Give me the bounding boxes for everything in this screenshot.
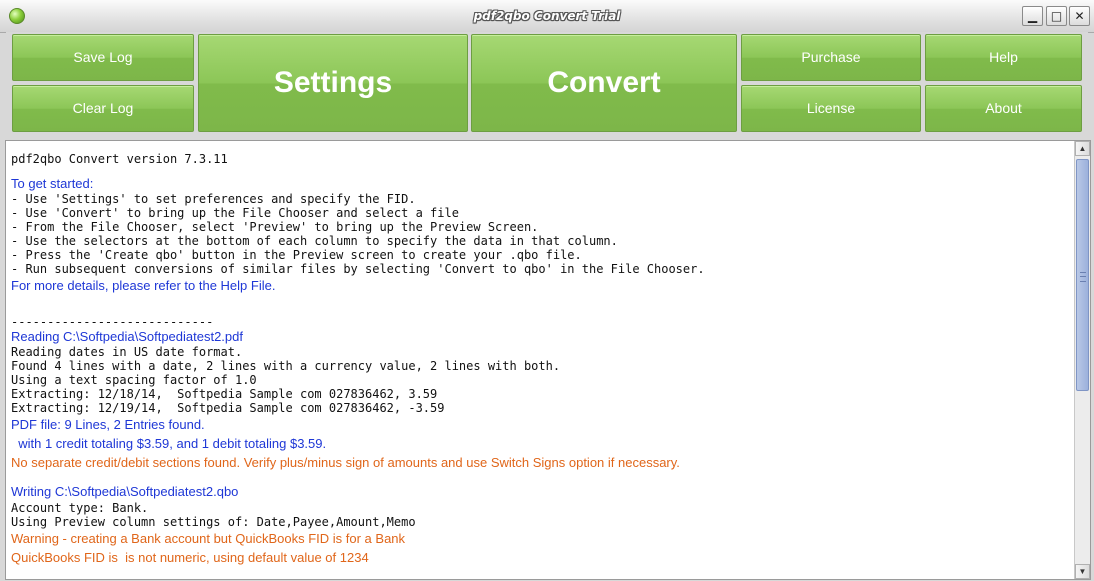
log-reading-line: Reading dates in US date format. (11, 345, 243, 359)
clear-log-button[interactable]: Clear Log (12, 85, 194, 132)
log-totals: with 1 credit totaling $3.59, and 1 debi… (11, 436, 327, 451)
log-reading-line: Using a text spacing factor of 1.0 (11, 373, 257, 387)
log-more-details: For more details, please refer to the He… (11, 278, 276, 293)
arrow-down-icon: ▼ (1078, 567, 1087, 576)
close-button[interactable]: ✕ (1069, 6, 1090, 26)
settings-button[interactable]: Settings (198, 34, 468, 132)
scroll-down-button[interactable]: ▼ (1075, 564, 1090, 579)
save-log-button[interactable]: Save Log (12, 34, 194, 81)
minimize-icon: ▁ (1027, 9, 1038, 23)
log-writing-file: Writing C:\Softpedia\Softpediatest2.qbo (11, 484, 239, 499)
log-version: pdf2qbo Convert version 7.3.11 (11, 152, 228, 166)
settings-label: Settings (273, 66, 393, 99)
log-warning: Warning - creating a Bank account but Qu… (11, 531, 406, 546)
close-icon: ✕ (1074, 9, 1085, 23)
help-button[interactable]: Help (925, 34, 1082, 81)
about-button[interactable]: About (925, 85, 1082, 132)
scrollbar-thumb[interactable] (1076, 159, 1089, 391)
log-separator: ---------------------------- (11, 315, 214, 329)
log-writing-line: Using Preview column settings of: Date,P… (11, 515, 416, 529)
log-reading-line: Extracting: 12/18/14, Softpedia Sample c… (11, 387, 438, 401)
log-step: - From the File Chooser, select 'Preview… (11, 220, 539, 234)
log-get-started: To get started: (11, 176, 94, 191)
license-label: License (806, 100, 856, 116)
log-writing-line: Account type: Bank. (11, 501, 149, 515)
log-no-sections-note: No separate credit/debit sections found.… (11, 455, 680, 470)
license-button[interactable]: License (741, 85, 921, 132)
save-log-label: Save Log (73, 49, 133, 65)
scroll-up-button[interactable]: ▲ (1075, 141, 1090, 156)
log-step: - Use 'Settings' to set preferences and … (11, 192, 416, 206)
log-reading-line: Extracting: 12/19/14, Softpedia Sample c… (11, 401, 445, 415)
maximize-button[interactable]: □ (1046, 6, 1067, 26)
log-step: - Use 'Convert' to bring up the File Cho… (11, 206, 459, 220)
log-step: - Press the 'Create qbo' button in the P… (11, 248, 582, 262)
grip-icon (1080, 272, 1086, 282)
minimize-button[interactable]: ▁ (1022, 6, 1043, 26)
convert-button[interactable]: Convert (471, 34, 737, 132)
help-label: Help (989, 49, 1018, 65)
toolbar: Save Log Clear Log Settings Convert Purc… (6, 32, 1088, 137)
clear-log-label: Clear Log (72, 100, 134, 116)
title-bar: pdf2qbo Convert Trial ▁ □ ✕ (0, 0, 1094, 33)
about-label: About (985, 100, 1022, 116)
window-title: pdf2qbo Convert Trial (473, 9, 621, 23)
log-fid-note: QuickBooks FID is is not numeric, using … (11, 550, 369, 565)
purchase-button[interactable]: Purchase (741, 34, 921, 81)
log-panel[interactable]: pdf2qbo Convert version 7.3.11 To get st… (5, 140, 1091, 580)
log-reading-file: Reading C:\Softpedia\Softpediatest2.pdf (11, 329, 243, 344)
log-reading-line: Found 4 lines with a date, 2 lines with … (11, 359, 561, 373)
purchase-label: Purchase (801, 49, 861, 65)
log-step: - Use the selectors at the bottom of eac… (11, 234, 618, 248)
arrow-up-icon: ▲ (1078, 144, 1087, 153)
log-text: pdf2qbo Convert version 7.3.11 To get st… (11, 152, 1066, 567)
convert-label: Convert (547, 66, 661, 99)
maximize-icon: □ (1050, 9, 1063, 23)
log-step: - Run subsequent conversions of similar … (11, 262, 705, 276)
vertical-scrollbar[interactable]: ▲ ▼ (1074, 141, 1090, 579)
log-pdf-summary: PDF file: 9 Lines, 2 Entries found. (11, 417, 205, 432)
